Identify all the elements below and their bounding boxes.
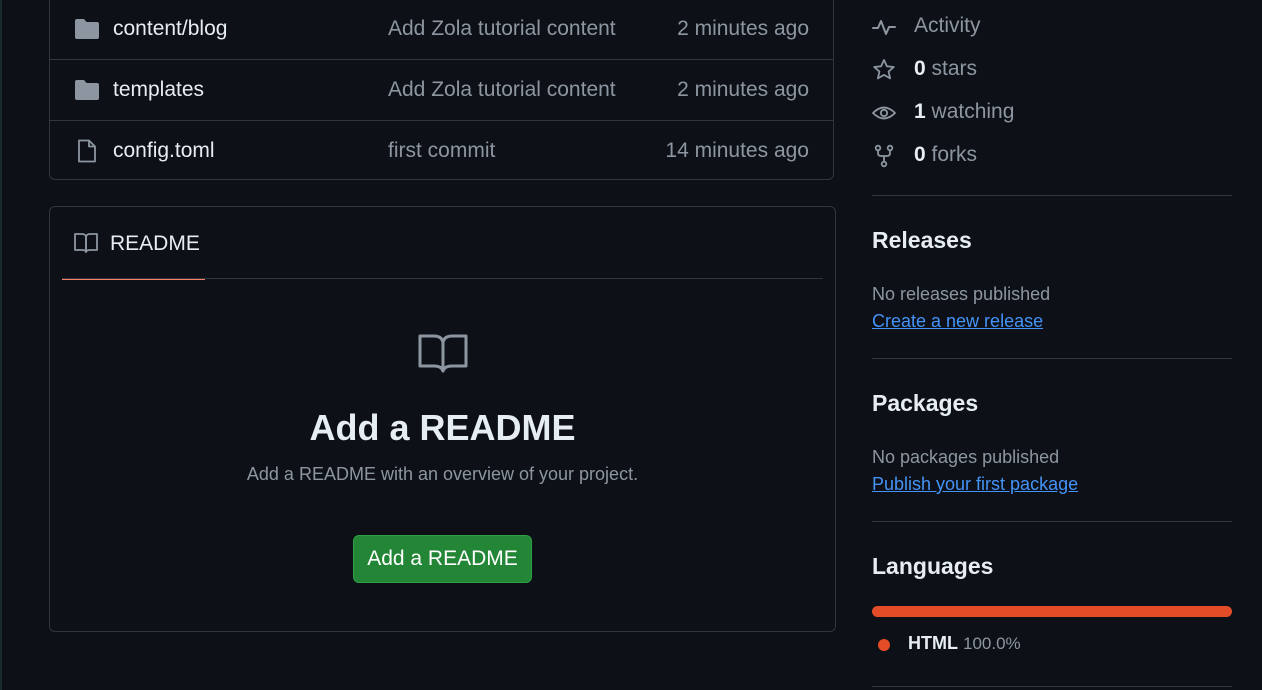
readme-empty-title: Add a README [309,407,576,448]
divider [872,521,1232,522]
commit-time: 2 minutes ago [677,78,809,101]
forks-count: 0 [914,143,926,166]
book-icon [418,334,468,373]
book-icon [74,233,98,253]
releases-empty-text: No releases published [872,284,1051,304]
folder-icon [75,80,99,100]
pulse-icon [872,20,896,35]
file-row-content-blog[interactable]: content/blog Add Zola tutorial content 2… [50,0,833,60]
readme-header: README [50,207,835,280]
add-readme-button[interactable]: Add a README [353,535,532,583]
file-row-templates[interactable]: templates Add Zola tutorial content 2 mi… [50,60,833,121]
commit-time: 14 minutes ago [665,139,809,162]
eye-icon [872,106,896,120]
readme-empty-subtitle: Add a README with an overview of your pr… [246,464,639,484]
watching-label: watching [931,100,1015,123]
commit-time: 2 minutes ago [677,17,809,40]
tab-readme-label: README [110,232,200,255]
sidebar: Activity 0 stars 1 watching 0 forks Rele… [872,0,1232,690]
file-list: content/blog Add Zola tutorial content 2… [49,0,834,180]
forks-label: forks [931,143,978,166]
activity-label: Activity [914,14,981,37]
divider [872,358,1232,359]
stars-count: 0 [914,57,926,80]
commit-message[interactable]: Add Zola tutorial content [388,78,616,102]
watching-count: 1 [914,100,926,123]
file-name[interactable]: templates [113,78,204,102]
language-bar-html [872,606,1232,617]
releases-title[interactable]: Releases [872,227,972,254]
file-row-config-toml[interactable]: config.toml first commit 14 minutes ago [50,121,833,182]
file-name[interactable]: content/blog [113,17,227,41]
commit-message[interactable]: first commit [388,139,495,163]
packages-empty-text: No packages published [872,447,1060,467]
star-icon [873,59,895,80]
divider [872,686,1232,687]
tab-readme[interactable]: README [62,207,205,280]
create-release-link[interactable]: Create a new release [872,311,1043,332]
fork-icon [874,144,894,168]
languages-title: Languages [872,553,994,579]
repository-page: content/blog Add Zola tutorial content 2… [0,0,1262,690]
folder-icon [75,19,99,39]
language-color-dot [878,639,890,651]
language-name: HTML [908,633,958,653]
divider [62,278,823,279]
publish-package-link[interactable]: Publish your first package [872,474,1078,495]
readme-panel: README Add a README Add a README with an… [49,206,836,632]
language-percent: 100.0% [963,634,1021,653]
commit-message[interactable]: Add Zola tutorial content [388,17,616,41]
file-icon [78,139,96,163]
divider [872,195,1232,196]
stars-label: stars [931,57,978,80]
packages-title[interactable]: Packages [872,390,978,417]
window-edge [0,0,2,690]
file-name[interactable]: config.toml [113,139,215,163]
